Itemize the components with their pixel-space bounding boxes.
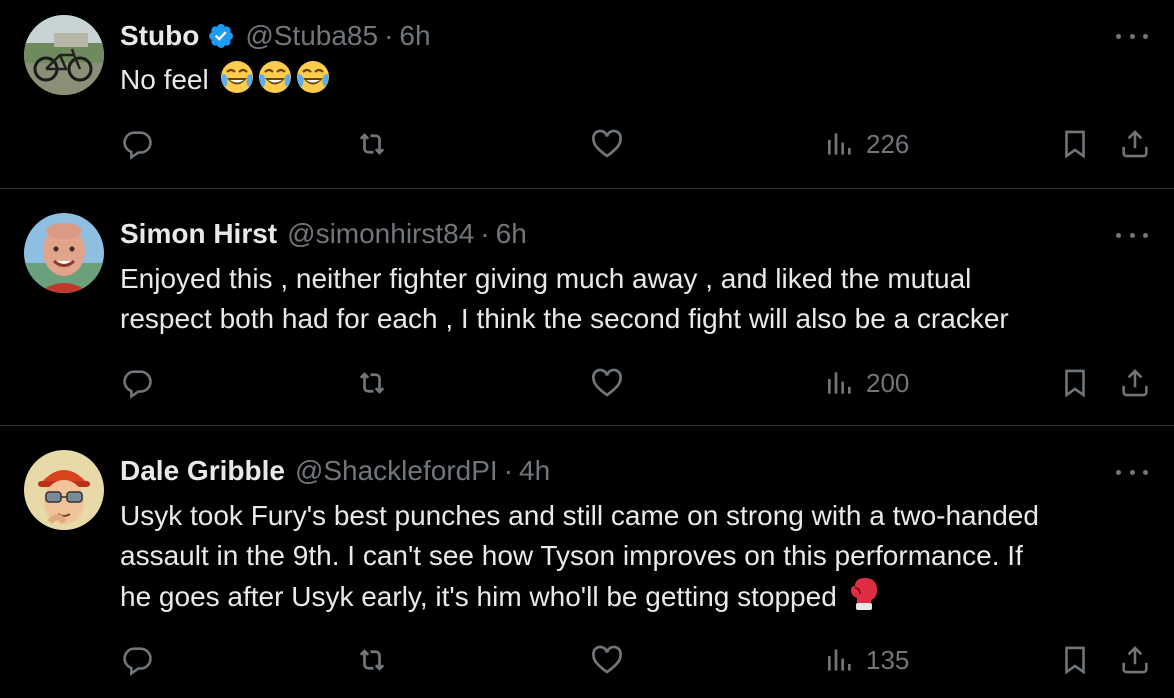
views-chart-icon xyxy=(828,133,851,155)
separator-dot: · xyxy=(384,20,394,51)
retweet-icon xyxy=(359,133,385,155)
more-options-icon[interactable] xyxy=(1116,225,1148,245)
tweet-header: Stubo @Stuba85 · 6h xyxy=(120,18,431,54)
face-with-tears-of-joy-icon xyxy=(219,59,255,106)
like-button[interactable] xyxy=(589,363,625,403)
retweet-icon xyxy=(359,649,385,671)
more-options-icon[interactable] xyxy=(1116,462,1148,482)
face-with-tears-of-joy-icon xyxy=(295,59,331,106)
tweet[interactable]: Simon Hirst @simonhirst84 · 6h Enjoyed t… xyxy=(0,188,1174,425)
display-name[interactable]: Stubo xyxy=(120,20,199,52)
reply-button[interactable] xyxy=(120,124,154,164)
avatar-bicycle-image xyxy=(24,15,104,95)
retweet-button[interactable] xyxy=(354,363,390,403)
bookmark-icon xyxy=(1065,130,1085,159)
avatar[interactable] xyxy=(24,15,104,95)
avatar[interactable] xyxy=(24,450,104,530)
share-icon xyxy=(1122,130,1148,158)
share-button[interactable] xyxy=(1118,640,1152,680)
share-icon xyxy=(1122,646,1148,674)
timestamp[interactable]: 4h xyxy=(519,455,550,487)
display-name[interactable]: Dale Gribble xyxy=(120,455,285,487)
share-icon xyxy=(1122,369,1148,397)
heart-icon xyxy=(592,645,622,674)
views-chart-icon xyxy=(828,372,851,394)
retweet-button[interactable] xyxy=(354,124,390,164)
views-chart-icon xyxy=(828,649,851,671)
reply-button[interactable] xyxy=(120,363,154,403)
more-options-icon[interactable] xyxy=(1116,26,1148,46)
bookmark-button[interactable] xyxy=(1058,363,1092,403)
reply-icon xyxy=(123,647,152,676)
retweet-icon xyxy=(359,372,385,394)
tweet-text-line: Enjoyed this , neither fighter giving mu… xyxy=(120,263,972,294)
bookmark-button[interactable] xyxy=(1058,124,1092,164)
user-handle[interactable]: @ShacklefordPI xyxy=(295,455,498,487)
tweet-text-line: Usyk took Fury's best punches and still … xyxy=(120,500,1039,531)
views-button[interactable]: 200 xyxy=(824,363,909,403)
tweet-actions: 226 xyxy=(0,124,1174,164)
view-count: 135 xyxy=(866,644,910,675)
share-button[interactable] xyxy=(1118,363,1152,403)
retweet-button[interactable] xyxy=(354,640,390,680)
like-button[interactable] xyxy=(589,124,625,164)
user-handle[interactable]: @Stuba85 xyxy=(245,20,378,52)
tweet-actions: 200 xyxy=(0,363,1174,403)
tweet-header: Dale Gribble @ShacklefordPI · 4h xyxy=(120,453,550,489)
separator-dot: · xyxy=(503,455,514,486)
boxing-glove-icon xyxy=(847,576,881,623)
tweet-text-line: he goes after Usyk early, it's him who'l… xyxy=(120,581,837,612)
tweet[interactable]: Dale Gribble @ShacklefordPI · 4h Usyk to… xyxy=(0,425,1174,698)
like-button[interactable] xyxy=(589,640,625,680)
avatar[interactable] xyxy=(24,213,104,293)
avatar-cartoon-image xyxy=(24,450,104,530)
face-with-tears-of-joy-icon xyxy=(257,59,293,106)
views-button[interactable]: 226 xyxy=(824,124,909,164)
timestamp[interactable]: 6h xyxy=(399,20,430,52)
tweet-text-line: respect both had for each , I think the … xyxy=(120,303,1009,334)
reply-button[interactable] xyxy=(120,640,154,680)
timestamp[interactable]: 6h xyxy=(496,218,527,250)
tweet-text: Enjoyed this , neither fighter giving mu… xyxy=(120,259,1150,339)
bookmark-button[interactable] xyxy=(1058,640,1092,680)
tweet-text-line: assault in the 9th. I can't see how Tyso… xyxy=(120,540,1023,571)
tweet[interactable]: Stubo @Stuba85 · 6h No feel 226 xyxy=(0,0,1174,188)
display-name[interactable]: Simon Hirst xyxy=(120,218,277,250)
heart-icon xyxy=(592,368,622,397)
heart-icon xyxy=(592,129,622,158)
bookmark-icon xyxy=(1065,369,1085,398)
verified-badge-icon xyxy=(207,22,235,50)
views-button[interactable]: 135 xyxy=(824,640,909,680)
reply-icon xyxy=(123,370,152,399)
bookmark-icon xyxy=(1065,646,1085,675)
reply-icon xyxy=(123,131,152,160)
tweet-text: Usyk took Fury's best punches and still … xyxy=(120,496,1150,623)
avatar-portrait-image xyxy=(24,213,104,293)
share-button[interactable] xyxy=(1118,124,1152,164)
user-handle[interactable]: @simonhirst84 xyxy=(287,218,474,250)
tweet-actions: 135 xyxy=(0,640,1174,680)
reply-feed: Stubo @Stuba85 · 6h No feel 226 Simon Hi… xyxy=(0,0,1174,698)
tweet-header: Simon Hirst @simonhirst84 · 6h xyxy=(120,216,527,252)
view-count: 226 xyxy=(866,128,910,159)
tweet-text: No feel xyxy=(120,59,1150,106)
separator-dot: · xyxy=(480,218,490,249)
view-count: 200 xyxy=(866,367,910,398)
tweet-text-line: No feel xyxy=(120,64,209,95)
